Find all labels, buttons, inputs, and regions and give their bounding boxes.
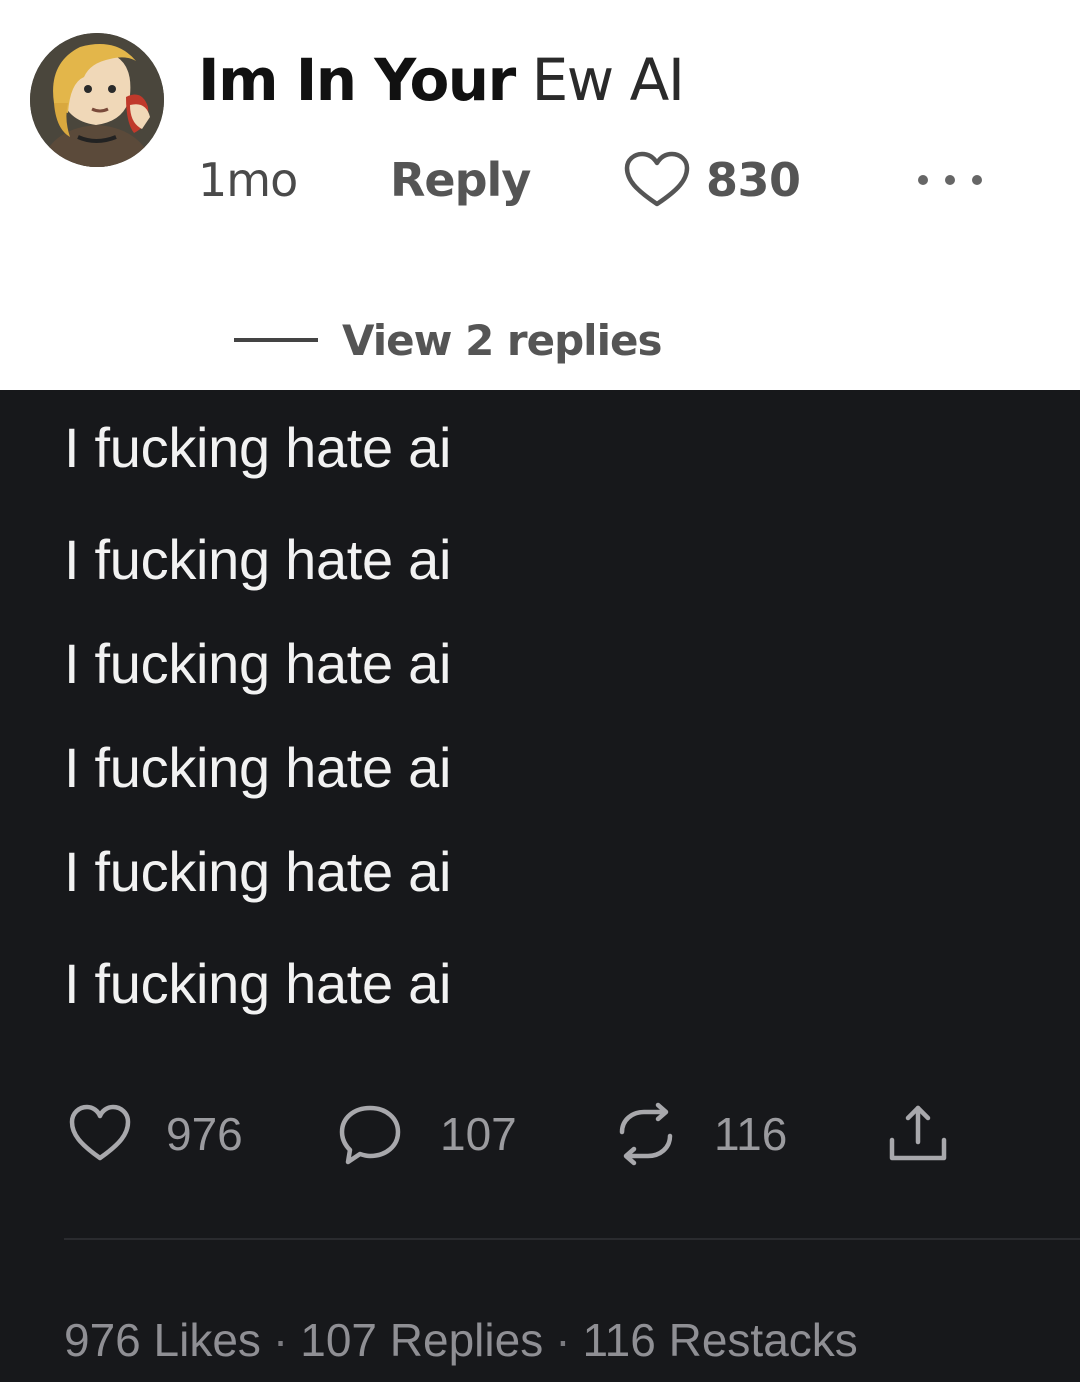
comment-icon	[339, 1105, 401, 1165]
post-text-line: I fucking hate ai	[64, 840, 452, 903]
post-stats-summary: 976 Likes · 107 Replies · 116 Restacks	[64, 1310, 858, 1370]
author-name[interactable]: Im In Your Ew AI	[198, 44, 685, 116]
like-count: 976	[166, 1108, 243, 1160]
heart-icon	[624, 151, 690, 207]
post-text-line: I fucking hate ai	[64, 952, 452, 1015]
comment-button[interactable]: 107	[338, 1102, 517, 1166]
author-name-bold: Im In Your	[198, 46, 516, 114]
restack-count: 116	[714, 1108, 788, 1160]
author-name-light: Ew AI	[531, 46, 685, 114]
share-icon	[889, 1105, 947, 1161]
restacks-summary-link[interactable]: 116 Restacks	[583, 1314, 858, 1366]
avatar[interactable]	[30, 33, 164, 167]
post-text-line: I fucking hate ai	[64, 528, 452, 591]
share-button[interactable]	[886, 1102, 950, 1166]
reply-button[interactable]: Reply	[390, 150, 531, 210]
comment-card: Im In Your Ew AI 1mo Reply 830 View 2 re…	[0, 0, 1080, 390]
view-replies-link[interactable]: View 2 replies	[234, 312, 662, 368]
restack-button[interactable]: 116	[614, 1102, 787, 1166]
post-text-line: I fucking hate ai	[64, 416, 452, 479]
replies-summary-link[interactable]: 107 Replies	[300, 1314, 543, 1366]
view-replies-label: View 2 replies	[342, 315, 662, 365]
heart-icon	[69, 1104, 131, 1161]
comment-like-button[interactable]: 830	[622, 150, 801, 210]
post-text-line: I fucking hate ai	[64, 632, 452, 695]
replies-dash	[234, 338, 318, 342]
post-card: I fucking hate ai I fucking hate ai I fu…	[0, 390, 1080, 1382]
separator: ·	[555, 1314, 571, 1366]
comment-like-count: 830	[706, 153, 801, 207]
likes-summary-link[interactable]: 976 Likes	[64, 1314, 261, 1366]
reply-count: 107	[440, 1108, 517, 1160]
post-divider	[64, 1238, 1080, 1240]
restack-icon	[619, 1102, 673, 1166]
more-icon[interactable]	[918, 160, 982, 200]
comment-timestamp: 1mo	[198, 153, 298, 207]
separator: ·	[272, 1314, 289, 1366]
like-button[interactable]: 976	[68, 1102, 243, 1166]
post-text-line: I fucking hate ai	[64, 736, 452, 799]
